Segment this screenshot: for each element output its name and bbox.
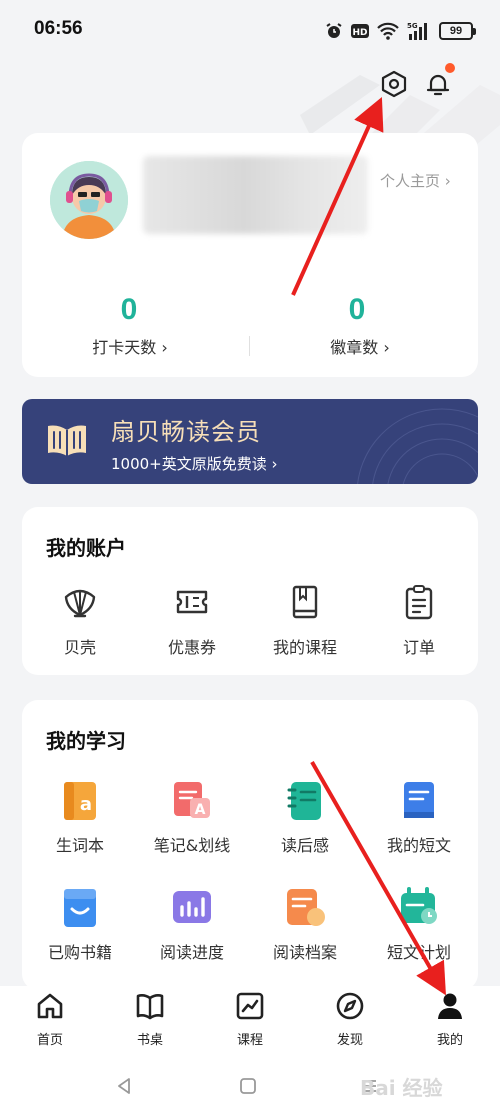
- battery-indicator: 99: [439, 22, 476, 40]
- purchased-books-icon: [64, 889, 96, 927]
- stats-divider: [249, 336, 250, 356]
- study-item-my-essays[interactable]: 我的短文: [364, 778, 474, 856]
- shell-icon: [64, 589, 96, 618]
- study-item-label: 我的短文: [386, 836, 451, 855]
- nav-mine[interactable]: 我的: [420, 990, 480, 1048]
- nav-courses[interactable]: 课程: [220, 990, 280, 1048]
- badges-link[interactable]: 徽章数 ›: [315, 334, 405, 358]
- account-section-title: 我的账户: [46, 536, 126, 560]
- person-icon: [438, 993, 462, 1019]
- home-square-icon[interactable]: [238, 1076, 258, 1096]
- nav-label: 首页: [36, 1033, 63, 1048]
- bell-icon: [426, 74, 450, 96]
- account-item-label: 订单: [402, 638, 435, 657]
- status-icons: HD 5G 99: [325, 18, 476, 44]
- account-item-label: 我的课程: [272, 638, 337, 657]
- personal-homepage-link[interactable]: 个人主页 ›: [380, 170, 451, 191]
- study-item-reading-progress[interactable]: 阅读进度: [137, 885, 247, 963]
- nav-discover[interactable]: 发现: [320, 990, 380, 1048]
- checkin-count: 0: [120, 293, 138, 326]
- study-item-label: 读后感: [280, 836, 329, 855]
- order-clipboard-icon: [405, 585, 433, 620]
- study-item-vocabulary[interactable]: a 生词本: [25, 778, 135, 856]
- watermark: Bai 经验: [360, 1076, 443, 1100]
- account-item-coupons[interactable]: 优惠券: [137, 580, 247, 658]
- study-item-label: 笔记&划线: [153, 836, 231, 855]
- study-item-label: 已购书籍: [47, 943, 112, 962]
- reading-archive-icon: [287, 889, 325, 926]
- status-time: 06:56: [34, 18, 83, 39]
- compass-icon: [336, 992, 364, 1020]
- account-item-label: 优惠券: [167, 638, 216, 657]
- membership-title: 扇贝畅读会员: [111, 418, 261, 446]
- svg-text:a: a: [80, 794, 92, 815]
- nav-label: 书桌: [136, 1033, 163, 1048]
- study-section-title: 我的学习: [46, 729, 126, 753]
- signal-5g-icon: 5G: [407, 22, 427, 40]
- home-icon: [37, 993, 63, 1019]
- study-item-reading-archive[interactable]: 阅读档案: [250, 885, 360, 963]
- study-item-label: 短文计划: [386, 943, 451, 962]
- username-blurred: [143, 156, 368, 234]
- nav-label: 我的: [436, 1033, 463, 1048]
- svg-text:5G: 5G: [407, 22, 418, 30]
- essay-plan-icon: [401, 887, 437, 924]
- nav-label: 发现: [336, 1033, 363, 1048]
- reading-progress-icon: [173, 891, 211, 923]
- account-item-shells[interactable]: 贝壳: [25, 580, 135, 658]
- membership-subtitle: 1000+英文原版免费读 ›: [111, 455, 278, 473]
- nav-home[interactable]: 首页: [20, 990, 80, 1048]
- banner-decoration: [357, 408, 478, 484]
- notes-icon: A: [174, 782, 210, 818]
- vocabulary-book-icon: a: [64, 782, 96, 820]
- my-essay-icon: [404, 782, 434, 818]
- account-item-my-courses[interactable]: 我的课程: [250, 580, 360, 658]
- hd-icon: HD: [351, 24, 369, 38]
- avatar[interactable]: [50, 161, 128, 239]
- course-book-icon: [292, 585, 318, 619]
- chart-icon: [236, 992, 264, 1020]
- notification-dot: [445, 63, 455, 73]
- alarm-icon: [326, 23, 342, 38]
- study-item-label: 阅读档案: [272, 943, 337, 962]
- reading-reflection-icon: [287, 782, 321, 820]
- account-item-orders[interactable]: 订单: [364, 580, 474, 658]
- study-item-essay-plan[interactable]: 短文计划: [364, 885, 474, 963]
- settings-hexagon-icon: [381, 70, 407, 98]
- study-item-purchased-books[interactable]: 已购书籍: [25, 885, 135, 963]
- open-book-icon: [48, 425, 86, 456]
- svg-text:HD: HD: [352, 28, 367, 38]
- book-icon: [136, 994, 164, 1020]
- avatar-illustration: [50, 161, 128, 239]
- badge-count: 0: [348, 293, 366, 326]
- settings-button[interactable]: [374, 64, 414, 104]
- nav-label: 课程: [236, 1033, 263, 1048]
- study-item-notes[interactable]: A 笔记&划线: [137, 778, 247, 856]
- wifi-icon: [377, 22, 399, 40]
- nav-desk[interactable]: 书桌: [120, 990, 180, 1048]
- coupon-icon: [176, 590, 208, 614]
- svg-text:A: A: [195, 802, 206, 818]
- checkin-days-link[interactable]: 打卡天数 ›: [80, 334, 180, 358]
- study-item-label: 阅读进度: [159, 943, 224, 962]
- account-item-label: 贝壳: [63, 638, 96, 657]
- study-item-reflections[interactable]: 读后感: [250, 778, 360, 856]
- study-item-label: 生词本: [55, 836, 104, 855]
- back-icon[interactable]: [114, 1076, 134, 1096]
